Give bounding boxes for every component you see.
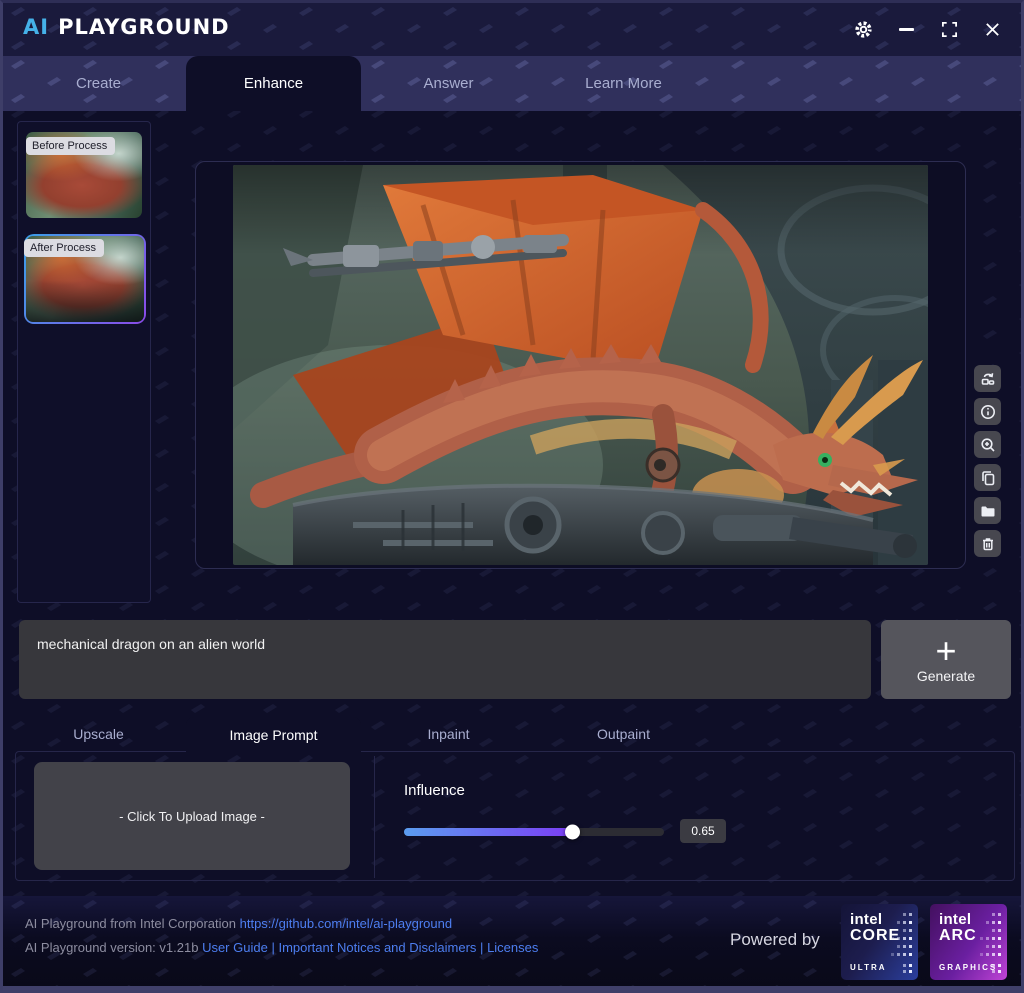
- influence-slider-thumb[interactable]: [565, 825, 580, 840]
- gear-icon: [854, 20, 873, 39]
- close-button[interactable]: [977, 15, 1007, 45]
- history-sidebar: Before Process After Process: [17, 121, 151, 603]
- open-folder-icon: [980, 503, 996, 519]
- tab-image-prompt[interactable]: Image Prompt: [186, 717, 361, 752]
- close-icon: [984, 21, 1001, 38]
- influence-label: Influence: [404, 782, 465, 799]
- tab-enhance[interactable]: Enhance: [186, 56, 361, 111]
- zoom-in-icon: [980, 437, 996, 453]
- image-prompt-panel: - Click To Upload Image - Influence 0.65: [15, 751, 1015, 881]
- plus-icon: +: [935, 635, 956, 667]
- dot-matrix-decoration: [891, 911, 913, 973]
- link-separator: |: [271, 940, 274, 955]
- settings-button[interactable]: [848, 15, 878, 45]
- generate-label: Generate: [917, 668, 975, 684]
- window-controls: [848, 3, 1007, 56]
- delete-button[interactable]: [974, 530, 1001, 557]
- influence-slider[interactable]: [404, 828, 664, 836]
- minimize-icon: [899, 28, 914, 30]
- footer-source-text: AI Playground from Intel Corporation: [25, 916, 236, 931]
- tab-upscale[interactable]: Upscale: [11, 717, 186, 751]
- influence-slider-fill: [404, 828, 573, 836]
- tab-learn-more[interactable]: Learn More: [536, 56, 711, 111]
- powered-by-text: Powered by: [730, 930, 820, 950]
- app-window: AI PLAYGROUND: [0, 0, 1024, 993]
- upload-image-button[interactable]: - Click To Upload Image -: [34, 762, 350, 870]
- user-guide-link[interactable]: User Guide: [202, 940, 268, 955]
- after-process-thumbnail[interactable]: After Process: [24, 234, 146, 324]
- footer-line-2: AI Playground version: v1.21b User Guide…: [25, 940, 538, 955]
- compare-icon: [980, 371, 996, 387]
- info-button[interactable]: [974, 398, 1001, 425]
- mechanical-dragon-artwork: [233, 165, 928, 565]
- intel-core-ultra-badge: intel CORE ULTRA: [841, 904, 918, 980]
- maximize-button[interactable]: [934, 15, 964, 45]
- enhanced-image: [233, 165, 928, 565]
- delete-icon: [980, 536, 996, 552]
- copy-button[interactable]: [974, 464, 1001, 491]
- after-process-label: After Process: [24, 239, 104, 257]
- app-logo-ai: AI: [23, 15, 49, 39]
- copy-icon: [980, 470, 996, 486]
- upload-image-label: - Click To Upload Image -: [119, 809, 265, 824]
- dot-matrix-decoration: [980, 911, 1002, 973]
- link-separator: |: [480, 940, 483, 955]
- image-viewer-panel: [195, 161, 966, 569]
- tab-inpaint[interactable]: Inpaint: [361, 717, 536, 751]
- intel-arc-graphics-badge: intel ARC GRAPHICS: [930, 904, 1007, 980]
- title-bar: AI PLAYGROUND: [3, 3, 1021, 56]
- minimize-button[interactable]: [891, 15, 921, 45]
- footer-line-1: AI Playground from Intel Corporation htt…: [25, 916, 452, 931]
- before-process-thumbnail[interactable]: Before Process: [26, 132, 142, 218]
- open-folder-button[interactable]: [974, 497, 1001, 524]
- app-logo-text: PLAYGROUND: [58, 15, 230, 39]
- info-icon: [980, 404, 996, 420]
- viewer-toolbar: [974, 365, 1001, 557]
- footer-version-text: AI Playground version: v1.21b: [25, 940, 198, 955]
- panel-divider: [374, 756, 375, 878]
- ultra-tier-text: ULTRA: [850, 963, 887, 972]
- compare-button[interactable]: [974, 365, 1001, 392]
- enhance-mode-tabs: Upscale Image Prompt Inpaint Outpaint: [11, 717, 711, 751]
- app-logo: AI PLAYGROUND: [23, 15, 230, 39]
- footer: AI Playground from Intel Corporation htt…: [3, 896, 1021, 990]
- tab-outpaint[interactable]: Outpaint: [536, 717, 711, 751]
- before-process-label: Before Process: [26, 137, 115, 155]
- notices-link[interactable]: Important Notices and Disclaimers: [278, 940, 476, 955]
- generate-button[interactable]: + Generate: [881, 620, 1011, 699]
- influence-value-badge: 0.65: [680, 819, 726, 843]
- main-tabs: Create Enhance Answer Learn More: [11, 56, 711, 111]
- prompt-input[interactable]: mechanical dragon on an alien world: [19, 620, 871, 699]
- maximize-icon: [941, 21, 958, 38]
- github-link[interactable]: https://github.com/intel/ai-playground: [240, 916, 452, 931]
- zoom-in-button[interactable]: [974, 431, 1001, 458]
- tab-create[interactable]: Create: [11, 56, 186, 111]
- window-bottom-edge: [3, 986, 1021, 990]
- licenses-link[interactable]: Licenses: [487, 940, 538, 955]
- main-tab-bar: Create Enhance Answer Learn More: [3, 56, 1021, 111]
- tab-answer[interactable]: Answer: [361, 56, 536, 111]
